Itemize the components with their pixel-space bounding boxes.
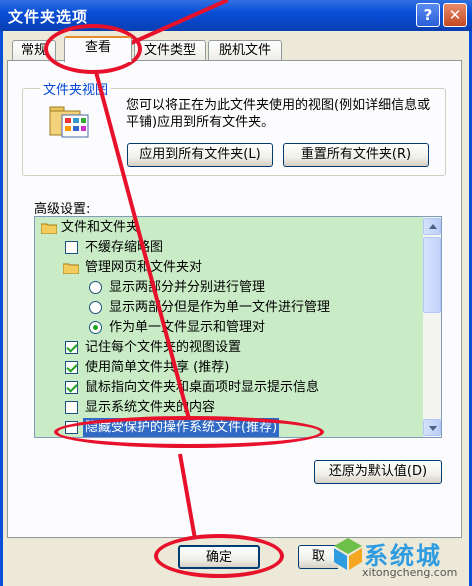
list-item[interactable]: 显示两部分但是作为单一文件进行管理 bbox=[35, 298, 425, 318]
tab-view[interactable]: 查看 bbox=[64, 36, 132, 62]
arrow-up-icon bbox=[429, 224, 437, 229]
reset-all-folders-button[interactable]: 重置所有文件夹(R) bbox=[283, 143, 429, 167]
advanced-settings-label: 高级设置: bbox=[34, 202, 91, 217]
annotation-circle-hidden-files bbox=[54, 416, 324, 448]
folder-icon bbox=[41, 223, 57, 234]
radio-button[interactable] bbox=[89, 281, 102, 294]
folder-view-icon bbox=[49, 106, 89, 138]
list-item[interactable]: 不缓存缩略图 bbox=[35, 238, 425, 258]
list-item: 文件和文件夹 bbox=[35, 218, 425, 238]
folder-icon bbox=[63, 263, 79, 274]
tab-file-types[interactable]: 文件类型 bbox=[134, 40, 206, 62]
checkbox[interactable] bbox=[65, 381, 78, 394]
scroll-down-button[interactable] bbox=[423, 419, 441, 436]
list-item[interactable]: 使用简单文件共享 (推荐) bbox=[35, 358, 425, 378]
advanced-settings-list[interactable]: 文件和文件夹 不缓存缩略图 管理网页和文件夹对 显示两部分并分别进行管理 显示两… bbox=[34, 216, 442, 438]
list-item[interactable]: 显示系统文件夹的内容 bbox=[35, 398, 425, 418]
close-button[interactable]: ✕ bbox=[443, 3, 467, 27]
radio-button[interactable] bbox=[89, 321, 102, 334]
checkbox[interactable] bbox=[65, 361, 78, 374]
radio-button[interactable] bbox=[89, 301, 102, 314]
checkbox[interactable] bbox=[65, 241, 78, 254]
arrow-down-icon bbox=[429, 426, 437, 431]
annotation-circle-ok-button bbox=[154, 534, 284, 578]
list-item[interactable]: 记住每个文件夹的视图设置 bbox=[35, 338, 425, 358]
checkbox[interactable] bbox=[65, 341, 78, 354]
list-item[interactable]: 鼠标指向文件夹和桌面项时显示提示信息 bbox=[35, 378, 425, 398]
scroll-thumb[interactable] bbox=[423, 237, 441, 313]
window-title: 文件夹选项 bbox=[8, 8, 89, 26]
list-item[interactable]: 作为单一文件显示和管理对 bbox=[35, 318, 425, 338]
restore-defaults-button[interactable]: 还原为默认值(D) bbox=[314, 460, 442, 484]
folder-views-description: 您可以将正在为此文件夹使用的视图(例如详细信息或平铺)应用到所有文件夹。 bbox=[126, 98, 431, 130]
scroll-up-button[interactable] bbox=[423, 218, 441, 235]
checkbox[interactable] bbox=[65, 401, 78, 414]
apply-to-all-folders-button[interactable]: 应用到所有文件夹(L) bbox=[127, 143, 273, 167]
help-button[interactable]: ? bbox=[416, 3, 440, 27]
list-item: 管理网页和文件夹对 bbox=[35, 258, 425, 278]
watermark-logo-icon bbox=[334, 538, 362, 570]
scrollbar[interactable] bbox=[423, 217, 441, 437]
watermark-url: xitongcheng.com bbox=[362, 566, 458, 579]
tab-offline-files[interactable]: 脱机文件 bbox=[208, 40, 282, 62]
list-item[interactable]: 显示两部分并分别进行管理 bbox=[35, 278, 425, 298]
